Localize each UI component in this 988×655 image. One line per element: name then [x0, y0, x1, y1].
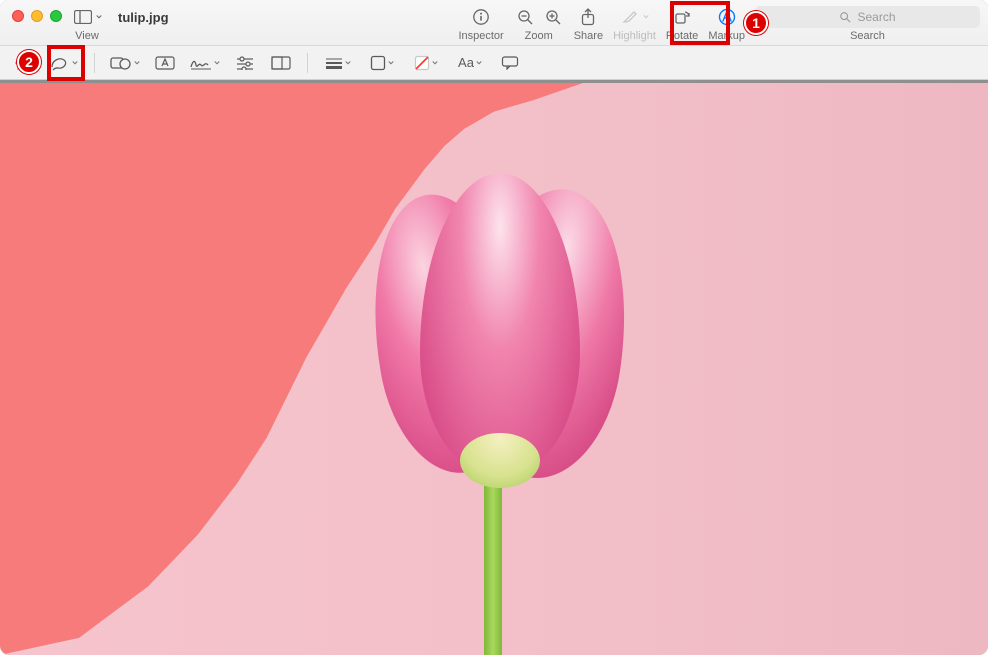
- annotate-button[interactable]: [494, 51, 526, 75]
- rotate-label: Rotate: [666, 30, 698, 42]
- chevron-down-icon: [432, 60, 438, 66]
- inspector-button[interactable]: Inspector: [458, 6, 503, 42]
- sidebar-icon: [72, 6, 94, 28]
- share-button[interactable]: Share: [574, 6, 603, 42]
- chevron-down-icon: [72, 60, 78, 66]
- document-title: tulip.jpg: [112, 6, 169, 25]
- fill-color-button[interactable]: [406, 51, 446, 75]
- search-group: Search Search: [755, 6, 980, 42]
- markup-label: Markup: [708, 30, 745, 42]
- text-box-icon: [155, 56, 175, 70]
- markup-button[interactable]: Markup: [708, 6, 745, 42]
- image-content[interactable]: [0, 83, 988, 655]
- adjust-color-button[interactable]: [229, 51, 261, 75]
- separator: [94, 53, 95, 73]
- sliders-icon: [236, 56, 254, 70]
- callout-badge-1: 1: [744, 11, 768, 35]
- titlebar: View tulip.jpg Inspector Zoom: [0, 0, 988, 46]
- markup-toolbar: Aa: [0, 46, 988, 80]
- chevron-down-icon: [214, 60, 220, 66]
- separator: [307, 53, 308, 73]
- line-weight-icon: [325, 57, 343, 69]
- callout-badge-2: 2: [17, 50, 41, 74]
- shapes-icon: [110, 55, 132, 71]
- fill-color-icon: [414, 55, 430, 71]
- zoom-out-button[interactable]: [514, 6, 536, 28]
- share-label: Share: [574, 30, 603, 42]
- speech-bubble-icon: [501, 56, 519, 70]
- rotate-button[interactable]: Rotate: [666, 6, 698, 42]
- resize-icon: [271, 56, 291, 70]
- text-style-icon: Aa: [458, 55, 474, 70]
- border-color-icon: [370, 55, 386, 71]
- text-style-button[interactable]: Aa: [450, 51, 490, 75]
- fullscreen-window-button[interactable]: [50, 10, 62, 22]
- text-button[interactable]: [149, 51, 181, 75]
- adjust-size-button[interactable]: [265, 51, 297, 75]
- zoom-group: Zoom: [514, 6, 564, 42]
- chevron-down-icon: [345, 60, 351, 66]
- rotate-icon: [671, 6, 693, 28]
- highlight-button: Highlight: [613, 6, 656, 42]
- view-menu[interactable]: View: [72, 6, 102, 42]
- signature-icon: [190, 56, 212, 70]
- tulip-flower: [345, 163, 645, 483]
- lasso-icon: [50, 55, 70, 71]
- info-icon: [470, 6, 492, 28]
- zoom-label: Zoom: [525, 30, 553, 42]
- selection-tool-button[interactable]: [44, 51, 84, 75]
- search-placeholder: Search: [857, 10, 895, 24]
- minimize-window-button[interactable]: [31, 10, 43, 22]
- share-icon: [577, 6, 599, 28]
- line-style-button[interactable]: [318, 51, 358, 75]
- chevron-down-icon: [643, 14, 649, 20]
- window-controls: [8, 6, 62, 22]
- sign-button[interactable]: [185, 51, 225, 75]
- border-color-button[interactable]: [362, 51, 402, 75]
- highlight-icon: [619, 6, 641, 28]
- chevron-down-icon: [388, 60, 394, 66]
- close-window-button[interactable]: [12, 10, 24, 22]
- search-icon: [839, 11, 851, 23]
- shapes-button[interactable]: [105, 51, 145, 75]
- chevron-down-icon: [476, 60, 482, 66]
- view-label: View: [75, 30, 99, 42]
- tulip-base: [460, 433, 540, 488]
- zoom-in-button[interactable]: [542, 6, 564, 28]
- highlight-label: Highlight: [613, 30, 656, 42]
- search-input[interactable]: Search: [755, 6, 980, 28]
- preview-window: View tulip.jpg Inspector Zoom: [0, 0, 988, 655]
- search-label: Search: [850, 30, 885, 42]
- chevron-down-icon: [134, 60, 140, 66]
- chevron-down-icon: [96, 14, 102, 20]
- markup-icon: [716, 6, 738, 28]
- inspector-label: Inspector: [458, 30, 503, 42]
- canvas-area: [0, 80, 988, 655]
